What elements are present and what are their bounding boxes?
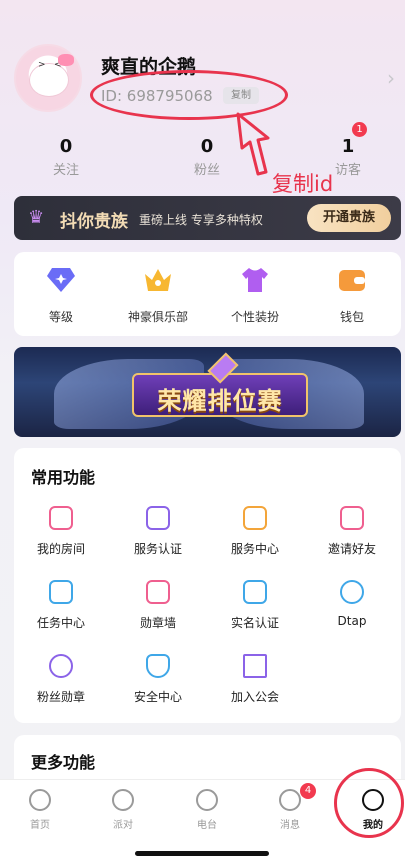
func-medal-wall[interactable]: 勋章墙 (111, 580, 205, 631)
home-indicator (135, 851, 269, 856)
func-label: Dtap (337, 614, 367, 628)
func-label: 邀请好友 (327, 542, 376, 556)
club-item[interactable]: 神豪俱乐部 (113, 266, 203, 325)
vip-subtitle: 重磅上线 专享多种特权 (139, 213, 263, 227)
func-security-center[interactable]: 安全中心 (111, 654, 205, 705)
func-label: 服务中心 (230, 542, 279, 556)
clipboard-check-icon (146, 506, 170, 530)
func-service-center[interactable]: 服务中心 (208, 506, 302, 557)
compass-icon (29, 789, 51, 811)
top-item-label: 神豪俱乐部 (127, 310, 188, 324)
func-my-room[interactable]: 我的房间 (14, 506, 108, 557)
stat-label: 关注 (52, 163, 79, 178)
func-dtap[interactable]: Dtap (305, 580, 399, 628)
building-icon (243, 654, 267, 678)
annotation-tab-circle (334, 768, 404, 838)
func-invite-friends[interactable]: 邀请好友 (305, 506, 399, 557)
tab-home[interactable]: 首页 (10, 789, 70, 831)
hexagon-star-icon (49, 654, 73, 678)
func-real-name-auth[interactable]: 实名认证 (208, 580, 302, 631)
star-badge-icon (146, 580, 170, 604)
avatar-face (29, 63, 69, 97)
shield-check-icon (146, 654, 170, 678)
stat-fans[interactable]: 0 粉丝 (177, 136, 237, 178)
func-label: 加入公会 (230, 690, 279, 704)
tab-label: 消息 (280, 820, 300, 831)
lightning-icon (340, 580, 364, 604)
crown-icon (145, 269, 171, 291)
func-label: 粉丝勋章 (36, 690, 85, 704)
open-vip-button[interactable]: 开通贵族 (307, 204, 391, 232)
avatar-eye-left: > (38, 60, 46, 70)
wallet-icon (339, 270, 365, 291)
wallet-card: 等级 神豪俱乐部 个性装扮 钱包 (14, 252, 401, 336)
tab-radio[interactable]: 电台 (177, 789, 237, 831)
func-label: 实名认证 (230, 616, 279, 630)
level-item[interactable]: 等级 (16, 266, 106, 325)
vip-banner[interactable]: ♛ 抖你贵族 重磅上线 专享多种特权 开通贵族 (14, 196, 401, 240)
visitor-badge: 1 (352, 122, 367, 137)
common-functions-card: 常用功能 我的房间 服务认证 服务中心 邀请好友 任务中心 勋章墙 实名认证 D… (14, 448, 401, 723)
func-service-auth[interactable]: 服务认证 (111, 506, 205, 557)
stat-visitors[interactable]: 1 访客 (318, 136, 378, 178)
func-label: 任务中心 (36, 616, 85, 630)
stat-label: 粉丝 (193, 163, 220, 178)
promo-banner[interactable]: 荣耀排位赛 (14, 347, 401, 437)
chat-smile-icon (279, 789, 301, 811)
top-item-label: 个性装扮 (230, 310, 279, 324)
wallet-item[interactable]: 钱包 (307, 266, 397, 325)
tab-label: 电台 (197, 820, 217, 831)
section-title: 更多功能 (31, 753, 96, 772)
promo-title: 荣耀排位赛 (157, 387, 283, 415)
vip-crown-icon: ♛ (28, 207, 45, 228)
room-icon (49, 506, 73, 530)
document-icon (243, 506, 267, 530)
level-gem-icon (47, 268, 75, 292)
top-item-label: 等级 (48, 310, 73, 324)
messages-badge: 4 (300, 783, 316, 799)
dressup-item[interactable]: 个性装扮 (210, 266, 300, 325)
stat-value: 1 (341, 136, 355, 157)
func-join-guild[interactable]: 加入公会 (208, 654, 302, 705)
stat-following[interactable]: 0 关注 (36, 136, 96, 178)
mail-icon (340, 506, 364, 530)
play-icon (196, 789, 218, 811)
stat-label: 访客 (334, 163, 361, 178)
tab-label: 派对 (113, 820, 133, 831)
vip-title: 抖你贵族 (60, 212, 128, 232)
avatar[interactable]: > < (14, 44, 82, 112)
stat-value: 0 (200, 136, 214, 157)
func-fan-medal[interactable]: 粉丝勋章 (14, 654, 108, 705)
id-card-icon (243, 580, 267, 604)
tshirt-icon (242, 268, 268, 292)
tab-party[interactable]: 派对 (93, 789, 153, 831)
tab-label: 首页 (30, 820, 50, 831)
chevron-right-icon[interactable]: › (387, 66, 395, 90)
stat-value: 0 (59, 136, 73, 157)
func-task-center[interactable]: 任务中心 (14, 580, 108, 631)
section-title: 常用功能 (31, 468, 96, 487)
func-label: 勋章墙 (139, 616, 176, 630)
smile-heart-icon (112, 789, 134, 811)
func-label: 我的房间 (36, 542, 85, 556)
checklist-icon (49, 580, 73, 604)
avatar-bow (58, 54, 74, 66)
top-item-label: 钱包 (339, 310, 364, 324)
func-label: 安全中心 (133, 690, 182, 704)
func-label: 服务认证 (133, 542, 182, 556)
